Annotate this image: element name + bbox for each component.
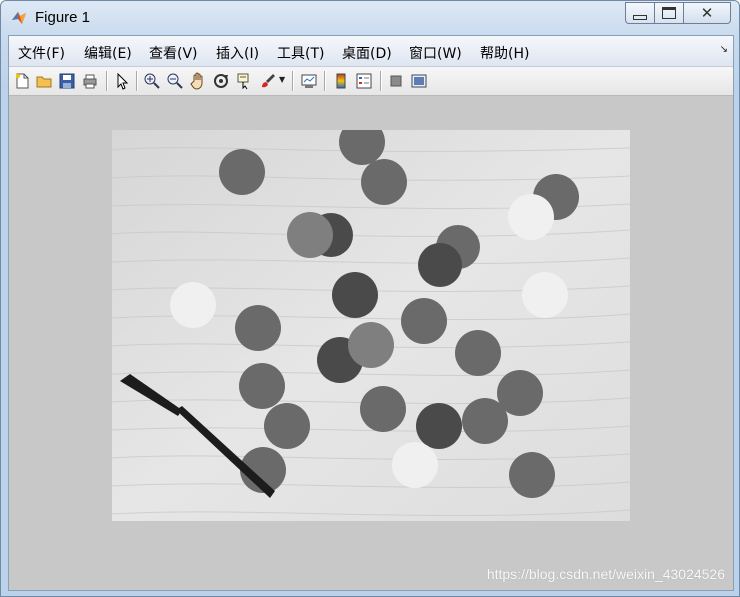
pan-hand-icon[interactable] [189,72,207,90]
menu-edit[interactable]: 编辑(E) [84,43,132,63]
menu-insert[interactable]: 插入(I) [216,43,259,63]
rotate-3d-icon[interactable] [212,72,230,90]
coins-pen-image [112,130,630,521]
link-plot-icon[interactable] [300,72,318,90]
brush-dropdown-icon[interactable]: ▼ [279,75,285,84]
figure-client-area: 文件(F) 编辑(E) 查看(V) 插入(I) 工具(T) 桌面(D) 窗口(W… [8,35,734,591]
hide-plot-tools-icon[interactable] [387,72,405,90]
figure-window: Figure 1 ✕ 文件(F) 编辑(E) 查看(V) 插入(I) 工具(T)… [0,0,740,597]
zoom-out-icon[interactable] [166,72,184,90]
maximize-button[interactable] [654,2,683,24]
watermark-text: https://blog.csdn.net/weixin_43024526 [486,566,725,582]
data-cursor-icon[interactable] [235,72,253,90]
title-bar[interactable]: Figure 1 ✕ [1,1,739,35]
close-button[interactable]: ✕ [683,2,731,24]
caption-buttons: ✕ [625,2,731,24]
menu-bar: 文件(F) 编辑(E) 查看(V) 插入(I) 工具(T) 桌面(D) 窗口(W… [9,36,733,67]
brush-icon[interactable] [259,72,277,90]
matlab-logo-icon [12,12,26,24]
open-file-icon[interactable] [35,72,53,90]
menu-window[interactable]: 窗口(W) [409,43,462,63]
toolbar-separator [292,71,294,91]
menu-file[interactable]: 文件(F) [18,43,65,63]
toolbar-separator [136,71,138,91]
menu-help[interactable]: 帮助(H) [480,43,529,63]
toolbar-separator [106,71,108,91]
show-plot-tools-icon[interactable] [410,72,428,90]
close-icon: ✕ [700,4,714,22]
legend-icon[interactable] [355,72,373,90]
menu-view[interactable]: 查看(V) [149,43,198,63]
figure-canvas[interactable]: https://blog.csdn.net/weixin_43024526 [9,96,733,590]
menu-desktop[interactable]: 桌面(D) [342,43,392,63]
edit-pointer-icon[interactable] [113,72,131,90]
print-icon[interactable] [81,72,99,90]
toolbar-separator [324,71,326,91]
colorbar-icon[interactable] [332,72,350,90]
minimize-button[interactable] [625,2,654,24]
maximize-icon [662,7,676,19]
new-figure-icon[interactable] [13,72,31,90]
save-icon[interactable] [58,72,76,90]
menu-tools[interactable]: 工具(T) [277,43,324,63]
zoom-in-icon[interactable] [143,72,161,90]
figure-toolbar: ▼ [9,67,733,96]
toolbar-separator [380,71,382,91]
menu-dock-arrow-icon[interactable]: ↘ [720,44,728,55]
minimize-icon [633,14,647,20]
window-title: Figure 1 [35,9,91,26]
